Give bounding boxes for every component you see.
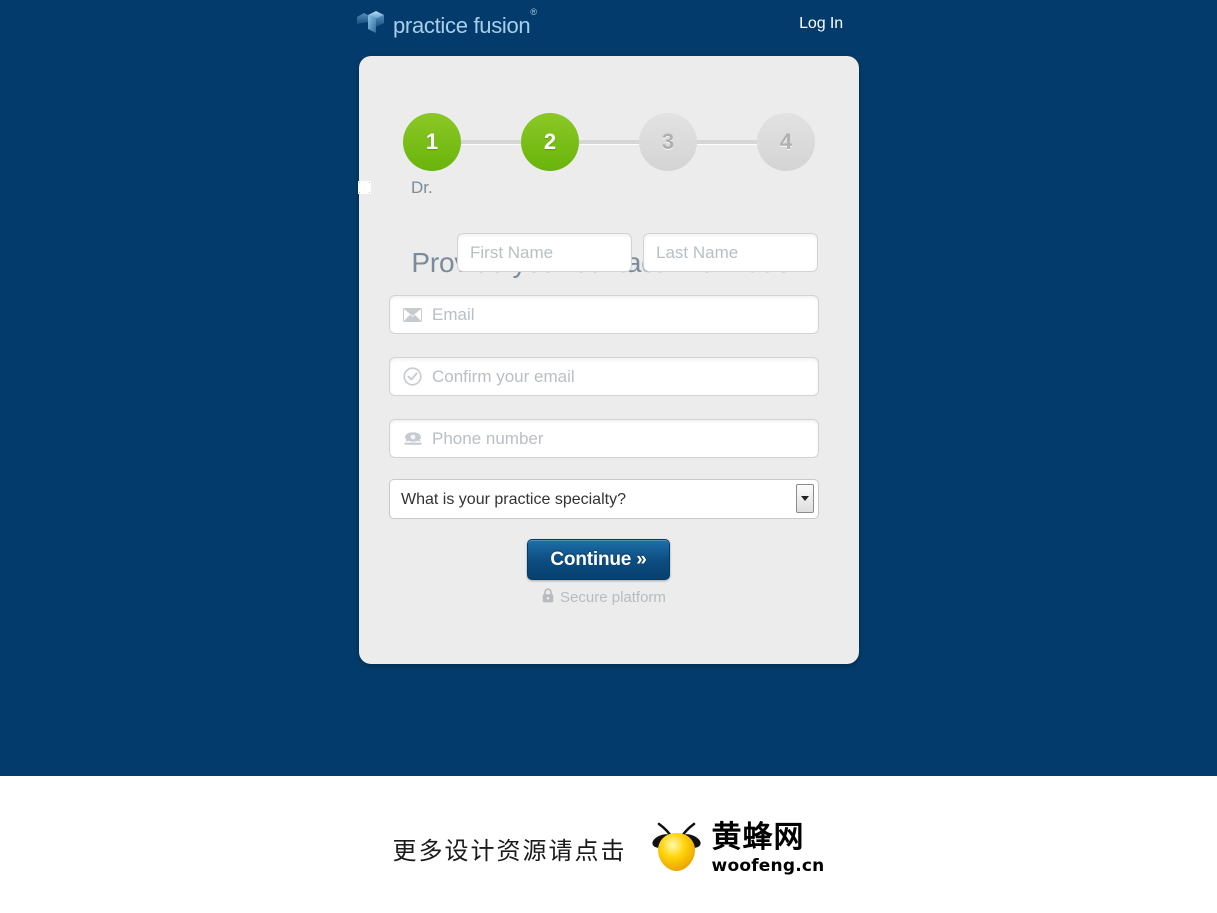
phone-input[interactable] [389,419,819,458]
plus-cross-icon [356,9,386,40]
watermark-brand-cn: 黄蜂网 [711,819,805,855]
brand-wordmark: practice fusion® [393,7,537,38]
specialty-select[interactable]: What is your practice specialty? [389,479,819,519]
email-input[interactable] [389,295,819,334]
email-field-wrapper [389,295,819,334]
specialty-select-wrapper: What is your practice specialty? [389,479,819,519]
last-name-input[interactable] [643,233,818,272]
watermark: 更多设计资源请点击 黄蜂网 woofeng.cn [0,818,1217,879]
secure-platform-label: Secure platform [560,589,666,606]
bee-icon [649,818,704,879]
confirm-email-field-wrapper [389,357,819,396]
lock-icon [542,588,554,607]
continue-button[interactable]: Continue » [527,539,670,580]
phone-field-wrapper [389,419,819,458]
watermark-text: 更多设计资源请点击 [392,837,627,865]
first-name-input[interactable] [457,233,632,272]
step-indicator-4[interactable]: 4 [757,113,815,171]
dr-checkbox[interactable] [358,181,371,194]
step-indicator-1[interactable]: 1 [403,113,461,171]
brand-logo-link[interactable]: practice fusion® [356,7,537,40]
dr-checkbox-label[interactable]: Dr. [411,178,433,198]
hero-background: practice fusion® Log In 1 2 3 4 Provide … [0,0,1217,776]
top-bar: practice fusion® Log In [0,0,1217,52]
step-indicator-2[interactable]: 2 [521,113,579,171]
footer-watermark-bar: 更多设计资源请点击 黄蜂网 woofeng.cn [0,776,1217,913]
watermark-brand: 黄蜂网 woofeng.cn [649,818,825,879]
secure-platform-note: Secure platform [389,588,819,607]
brand-trademark: ® [530,7,537,18]
confirm-email-input[interactable] [389,357,819,396]
step-track [432,140,786,144]
watermark-brand-url: woofeng.cn [711,855,825,876]
step-progress-indicator: 1 2 3 4 [359,86,859,171]
login-link[interactable]: Log In [799,15,843,33]
watermark-wordmark: 黄蜂网 woofeng.cn [711,819,825,876]
step-indicator-3[interactable]: 3 [639,113,697,171]
